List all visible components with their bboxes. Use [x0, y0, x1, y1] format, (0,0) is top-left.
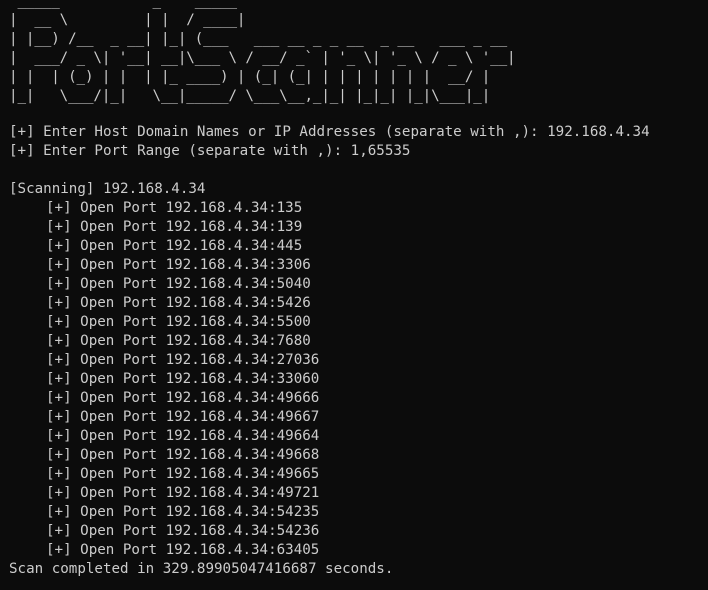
ascii-banner: _____ _ _____ | __ \ | | / ____| | |__) … [9, 0, 516, 104]
open-port-line: [+] Open Port 192.168.4.34:445 [46, 238, 303, 254]
terminal-window[interactable]: _____ _ _____ | __ \ | | / ____| | |__) … [0, 0, 708, 590]
open-port-line: [+] Open Port 192.168.4.34:54236 [46, 523, 320, 539]
open-port-line: [+] Open Port 192.168.4.34:3306 [46, 257, 311, 273]
open-port-line: [+] Open Port 192.168.4.34:49721 [46, 485, 320, 501]
open-port-line: [+] Open Port 192.168.4.34:49667 [46, 409, 320, 425]
open-port-line: [+] Open Port 192.168.4.34:5040 [46, 276, 311, 292]
open-port-list: [+] Open Port 192.168.4.34:135 [+] Open … [9, 199, 708, 560]
open-port-line: [+] Open Port 192.168.4.34:54235 [46, 504, 320, 520]
open-port-line: [+] Open Port 192.168.4.34:63405 [46, 542, 320, 558]
open-port-line: [+] Open Port 192.168.4.34:49665 [46, 466, 320, 482]
open-port-line: [+] Open Port 192.168.4.34:49668 [46, 447, 320, 463]
open-port-line: [+] Open Port 192.168.4.34:135 [46, 200, 303, 216]
open-port-line: [+] Open Port 192.168.4.34:33060 [46, 371, 320, 387]
scan-completed-line: Scan completed in 329.89905047416687 sec… [9, 561, 394, 577]
open-port-line: [+] Open Port 192.168.4.34:5426 [46, 295, 311, 311]
open-port-line: [+] Open Port 192.168.4.34:27036 [46, 352, 320, 368]
host-prompt-line: [+] Enter Host Domain Names or IP Addres… [9, 124, 650, 140]
port-range-prompt-line: [+] Enter Port Range (separate with ,): … [9, 143, 411, 159]
open-port-line: [+] Open Port 192.168.4.34:7680 [46, 333, 311, 349]
open-port-line: [+] Open Port 192.168.4.34:49666 [46, 390, 320, 406]
open-port-line: [+] Open Port 192.168.4.34:139 [46, 219, 303, 235]
scan-header-line: [Scanning] 192.168.4.34 [9, 181, 206, 197]
open-port-line: [+] Open Port 192.168.4.34:5500 [46, 314, 311, 330]
open-port-line: [+] Open Port 192.168.4.34:49664 [46, 428, 320, 444]
